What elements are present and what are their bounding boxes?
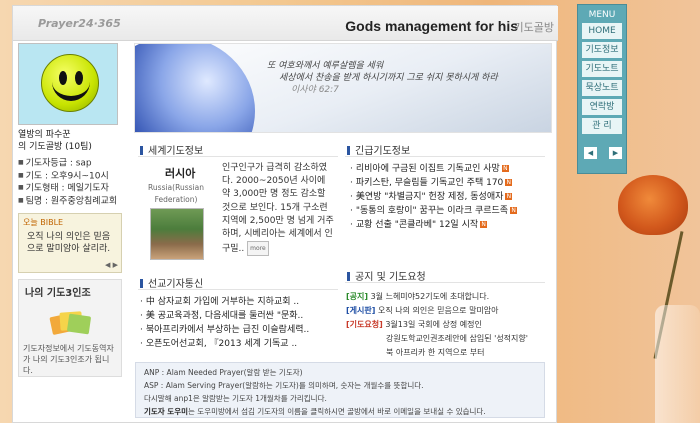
- greeting-line: 열방의 파수꾼: [18, 130, 71, 140]
- cards-icon: [49, 309, 92, 336]
- divider: [345, 156, 545, 157]
- earth-image: [135, 44, 255, 132]
- divider: [138, 289, 338, 290]
- country-text: 인구인구가 급격히 감소하였다. 2000~2050년 사이에 약 3,000만…: [222, 162, 336, 257]
- country-name[interactable]: 러시아: [165, 165, 195, 181]
- prayer-three-box: 나의 기도3인조 기도자정보에서 기도동역자가 나의 기도3인조가 됩니다.: [18, 279, 122, 377]
- notice-item[interactable]: [기도요청] 3월13일 국회에 상정 예정인: [346, 318, 546, 332]
- stat-time: 기도 : 오후9시~10시: [18, 170, 130, 183]
- urgent-list: 리비아에 구금된 이집트 기독교인 사망N 파키스탄, 무슬림들 기독교인 주택…: [350, 162, 518, 232]
- vase-image: [655, 305, 700, 423]
- notice-list: [공지] 3월 느헤미야52기도에 초대합니다. [게시판] 오직 나의 의인은…: [346, 290, 546, 360]
- more-button[interactable]: more: [247, 241, 269, 257]
- new-icon: N: [480, 221, 488, 228]
- verse-banner: 또 여호와께서 예루살렘을 세워 세상에서 찬송을 받게 하시기까지 그로 쉬지…: [134, 43, 552, 133]
- site-logo[interactable]: Prayer24·365: [38, 17, 121, 30]
- list-item[interactable]: 파키스탄, 무슬림들 기독교인 주택 170N: [350, 176, 517, 190]
- notice-extra[interactable]: 북 아프리카 한 지역으로 부터: [346, 346, 546, 360]
- country-english: Russia(Russian Federation): [148, 183, 204, 204]
- helper-text: 는 도우미방에서 섬김 기도자의 이름을 클릭하시면 골방에서 바로 이메일을 …: [188, 407, 486, 416]
- urgent-info-title[interactable]: 긴급기도정보: [347, 142, 410, 157]
- prayer-three-desc: 기도자정보에서 기도동역자가 나의 기도3인조가 됩니다.: [23, 344, 114, 375]
- list-item[interactable]: 中 삼자교회 가입에 거부하는 지하교회 ..: [140, 295, 309, 309]
- header: Prayer24·365 Gods management for his 기도골…: [13, 6, 558, 41]
- greeting: 열방의 파수꾼 의 기도골방 (10팀): [18, 129, 130, 153]
- banner-reference: 이사야 62:7: [291, 85, 339, 95]
- greeting-line: 의 기도골방 (10팀): [18, 142, 92, 152]
- stat-grade: 기도자등급 : sap: [18, 157, 130, 170]
- menu-item-prayer-info[interactable]: 기도정보: [582, 42, 622, 58]
- menu-title: MENU: [588, 10, 616, 20]
- menu-item-meditation-note[interactable]: 묵상노트: [582, 80, 622, 96]
- bible-arrows[interactable]: ◀ ▶: [105, 261, 118, 269]
- list-item[interactable]: 美연방 "차별금지" 헌장 제정, 동성애자N: [350, 190, 517, 204]
- list-item[interactable]: 리비아에 구금된 이집트 기독교인 사망N: [350, 162, 517, 176]
- mission-news-title[interactable]: 선교기자통신: [140, 275, 203, 290]
- menu-item-home[interactable]: HOME: [582, 23, 622, 39]
- bible-box: 오늘 BIBLE 오직 나의 의인은 믿음으로 말미암아 살리라. ◀ ▶: [18, 213, 122, 273]
- bible-verse: 오직 나의 의인은 믿음으로 말미암아 살리라.: [27, 232, 111, 254]
- menu-item-admin[interactable]: 관 리: [582, 118, 622, 134]
- legend-asp: ASP : Alam Serving Prayer(알람하는 기도자)를 의미하…: [144, 381, 424, 390]
- new-icon: N: [501, 165, 509, 172]
- helper-label: 기도자 도우미: [144, 407, 189, 416]
- prev-arrow-icon[interactable]: ◀: [584, 147, 597, 159]
- new-icon: N: [505, 193, 513, 200]
- mission-list: 中 삼자교회 가입에 거부하는 지하교회 .. 美 공교육과정, 다음세대를 둘…: [140, 295, 309, 351]
- new-icon: N: [510, 207, 518, 214]
- country-description: 인구인구가 급격히 감소하였다. 2000~2050년 사이에 약 3,000만…: [222, 163, 334, 255]
- banner-verse: 또 여호와께서 예루살렘을 세워 세상에서 찬송을 받게 하시기까지 그로 쉬지…: [267, 60, 498, 96]
- page-subtitle: 기도골방: [513, 21, 554, 34]
- next-arrow-icon[interactable]: ▶: [609, 147, 622, 159]
- bible-label: 오늘 BIBLE: [23, 218, 64, 227]
- smiley-icon: [41, 54, 99, 112]
- notice-item[interactable]: [게시판] 오직 나의 의인은 믿음으로 말미암아: [346, 304, 546, 318]
- side-menu: MENU HOME 기도정보 기도노트 묵상노트 연락방 관 리 ◀ ▶: [577, 4, 627, 174]
- list-item[interactable]: "동통의 호랑이" 꿈꾸는 이라크 쿠르드족N: [350, 204, 518, 218]
- divider: [138, 156, 338, 157]
- legend-helper: 기도자 도우미는 도우미방에서 섬김 기도자의 이름을 클릭하시면 골방에서 바…: [144, 405, 536, 418]
- list-item[interactable]: 북아프리카에서 부상하는 급진 이슬람세력..: [140, 323, 309, 337]
- menu-item-prayer-note[interactable]: 기도노트: [582, 61, 622, 77]
- list-item[interactable]: 오픈도어선교회, 『2013 세계 기독교 ..: [140, 337, 309, 351]
- rose-image: [618, 175, 688, 235]
- new-icon: N: [505, 179, 513, 186]
- legend-note: 다시말해 anp1은 알람받는 기도자 1개월차를 가리킵니다.: [144, 394, 327, 403]
- legend-box: ANP : Alam Needed Prayer(알람 받는 기도자) ASP …: [135, 362, 545, 418]
- prayer-three-title: 나의 기도3인조: [25, 288, 91, 299]
- list-item[interactable]: 美 공교육과정, 다음세대를 둘러싼 "문화..: [140, 309, 309, 323]
- notice-item[interactable]: [공지] 3월 느헤미야52기도에 초대합니다.: [346, 290, 546, 304]
- menu-item-contact[interactable]: 연락방: [582, 99, 622, 115]
- avatar: [18, 43, 118, 125]
- country-photo[interactable]: [150, 208, 204, 260]
- notice-title[interactable]: 공지 및 기도요청: [347, 268, 426, 283]
- world-info-title[interactable]: 세계기도정보: [140, 142, 203, 157]
- list-item[interactable]: 교황 선출 "콘클라베" 12일 시작N: [350, 218, 517, 232]
- page-title: Gods management for his: [345, 18, 518, 34]
- legend-anp: ANP : Alam Needed Prayer(알람 받는 기도자): [144, 368, 303, 377]
- divider: [345, 282, 545, 283]
- banner-line: 또 여호와께서 예루살렘을 세워: [267, 61, 384, 71]
- left-column: 열방의 파수꾼 의 기도골방 (10팀) 기도자등급 : sap 기도 : 오후…: [18, 43, 130, 377]
- profile-stats: 기도자등급 : sap 기도 : 오후9시~10시 기도형태 : 메일기도자 팀…: [18, 157, 130, 207]
- menu-arrows: ◀ ▶: [584, 147, 622, 159]
- notice-extra[interactable]: 강원도학교인권조례안에 삽입된 '성적지향': [346, 332, 546, 346]
- stat-team: 팀명 : 원주중앙침례교회: [18, 195, 130, 208]
- stat-type: 기도형태 : 메일기도자: [18, 182, 130, 195]
- banner-line: 세상에서 찬송을 받게 하시기까지 그로 쉬지 못하시게 하라: [279, 73, 498, 83]
